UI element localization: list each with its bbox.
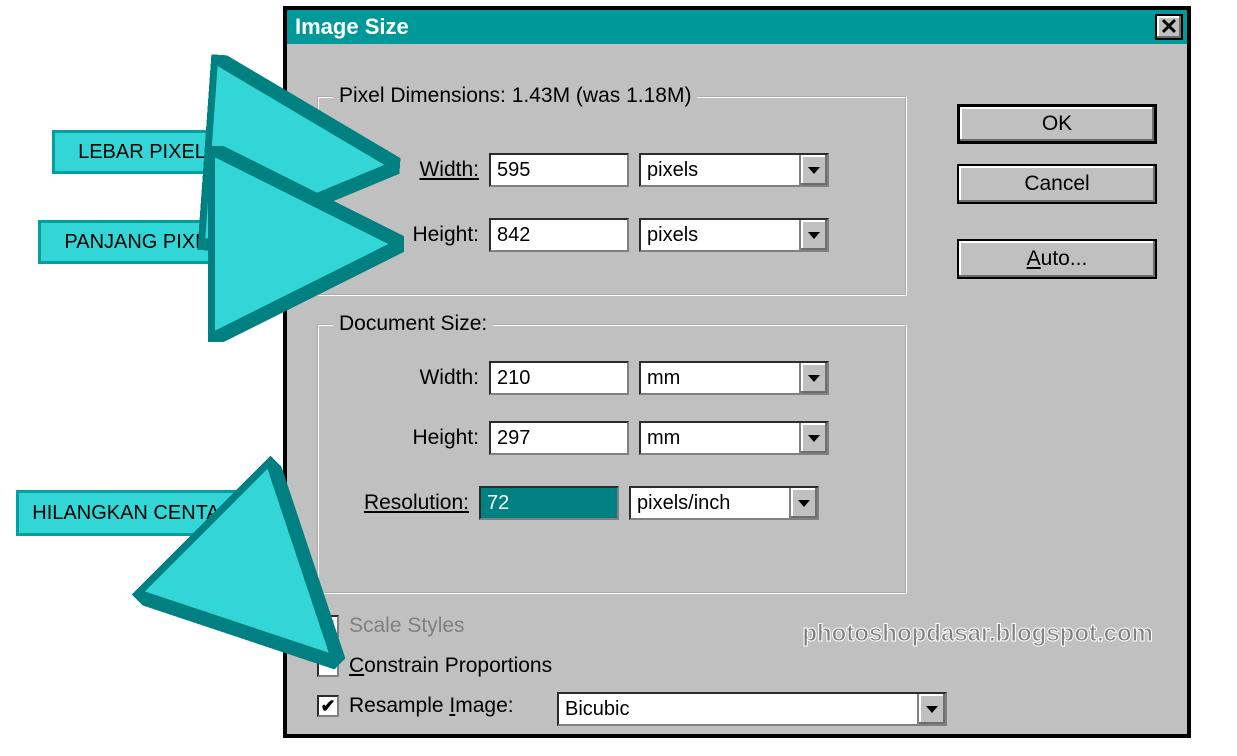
chevron-down-icon — [799, 220, 827, 250]
scale-styles-label: Scale Styles — [349, 614, 465, 638]
callout-panjang-pixel: PANJANG PIXEL — [38, 220, 246, 264]
resample-method-combo[interactable]: Bicubic — [557, 692, 947, 726]
close-icon: ✕ — [1160, 14, 1178, 40]
auto-label: Auto... — [1027, 247, 1088, 271]
callout-hilangkan-centang: HILANGKAN CENTANG — [16, 490, 266, 536]
doc-width-label: Width: — [394, 366, 479, 390]
doc-height-unit-text: mm — [647, 427, 799, 450]
resample-image-row: ✔ Resample Image: Resample Image: — [317, 694, 514, 718]
scale-styles-checkbox: ✔ — [317, 615, 339, 637]
image-size-dialog: Image Size ✕ Pixel Dimensions: 1.43M (wa… — [283, 6, 1191, 738]
resolution-unit-combo[interactable]: pixels/inch — [629, 486, 819, 520]
pixel-dimensions-legend: Pixel Dimensions: 1.43M (was 1.18M) — [333, 84, 697, 108]
doc-width-row: Width: mm — [394, 361, 829, 395]
ok-button[interactable]: OK — [957, 104, 1157, 144]
auto-button[interactable]: Auto... Auto... — [957, 239, 1157, 279]
dialog-body: Pixel Dimensions: 1.43M (was 1.18M) Widt… — [287, 44, 1187, 734]
pixel-height-input[interactable] — [489, 218, 629, 252]
pixel-width-row: Width: pixels — [394, 153, 829, 187]
pixel-width-unit-text: pixels — [647, 159, 799, 182]
callout-lebar-pixel: LEBAR PIXEL — [52, 130, 232, 174]
close-button[interactable]: ✕ — [1155, 14, 1183, 40]
doc-width-unit-text: mm — [647, 367, 799, 390]
resample-method-text: Bicubic — [565, 698, 917, 721]
ok-label: OK — [1042, 112, 1072, 136]
document-size-group: Document Size: Width: mm Height: mm Reso… — [317, 324, 907, 594]
chevron-down-icon — [799, 423, 827, 453]
pixel-height-unit-combo[interactable]: pixels — [639, 218, 829, 252]
dialog-title: Image Size — [295, 14, 1155, 40]
constrain-proportions-row: CConstrain Proportionsonstrain Proportio… — [317, 654, 552, 678]
constrain-proportions-checkbox[interactable] — [317, 655, 339, 677]
chevron-down-icon — [799, 363, 827, 393]
doc-width-unit-combo[interactable]: mm — [639, 361, 829, 395]
doc-width-input[interactable] — [489, 361, 629, 395]
chevron-down-icon — [917, 694, 945, 724]
resolution-input[interactable] — [479, 486, 619, 520]
pixel-width-input[interactable] — [489, 153, 629, 187]
resolution-unit-text: pixels/inch — [637, 492, 789, 515]
pixel-height-row: Height: pixels — [384, 218, 829, 252]
chevron-down-icon — [799, 155, 827, 185]
constrain-proportions-label: CConstrain Proportionsonstrain Proportio… — [349, 654, 552, 678]
doc-height-label: Height: — [384, 426, 479, 450]
pixel-height-label: Height: — [384, 223, 479, 247]
chevron-down-icon — [789, 488, 817, 518]
doc-height-row: Height: mm — [384, 421, 829, 455]
resolution-row: Resolution: pixels/inch — [337, 486, 819, 520]
pixel-dimensions-group: Pixel Dimensions: 1.43M (was 1.18M) Widt… — [317, 96, 907, 296]
pixel-width-label: Width: — [394, 158, 479, 182]
resample-image-label: Resample Image: — [349, 694, 514, 718]
title-bar: Image Size ✕ — [287, 10, 1187, 44]
cancel-label: Cancel — [1024, 172, 1089, 196]
resolution-label: Resolution: — [337, 491, 469, 515]
watermark-text: photoshopdasar.blogspot.com — [802, 620, 1153, 648]
document-size-legend: Document Size: — [333, 312, 493, 336]
doc-height-unit-combo[interactable]: mm — [639, 421, 829, 455]
pixel-height-unit-text: pixels — [647, 224, 799, 247]
scale-styles-row: ✔ Scale Styles — [317, 614, 465, 638]
pixel-width-unit-combo[interactable]: pixels — [639, 153, 829, 187]
resample-image-checkbox[interactable]: ✔ — [317, 695, 339, 717]
doc-height-input[interactable] — [489, 421, 629, 455]
cancel-button[interactable]: Cancel — [957, 164, 1157, 204]
